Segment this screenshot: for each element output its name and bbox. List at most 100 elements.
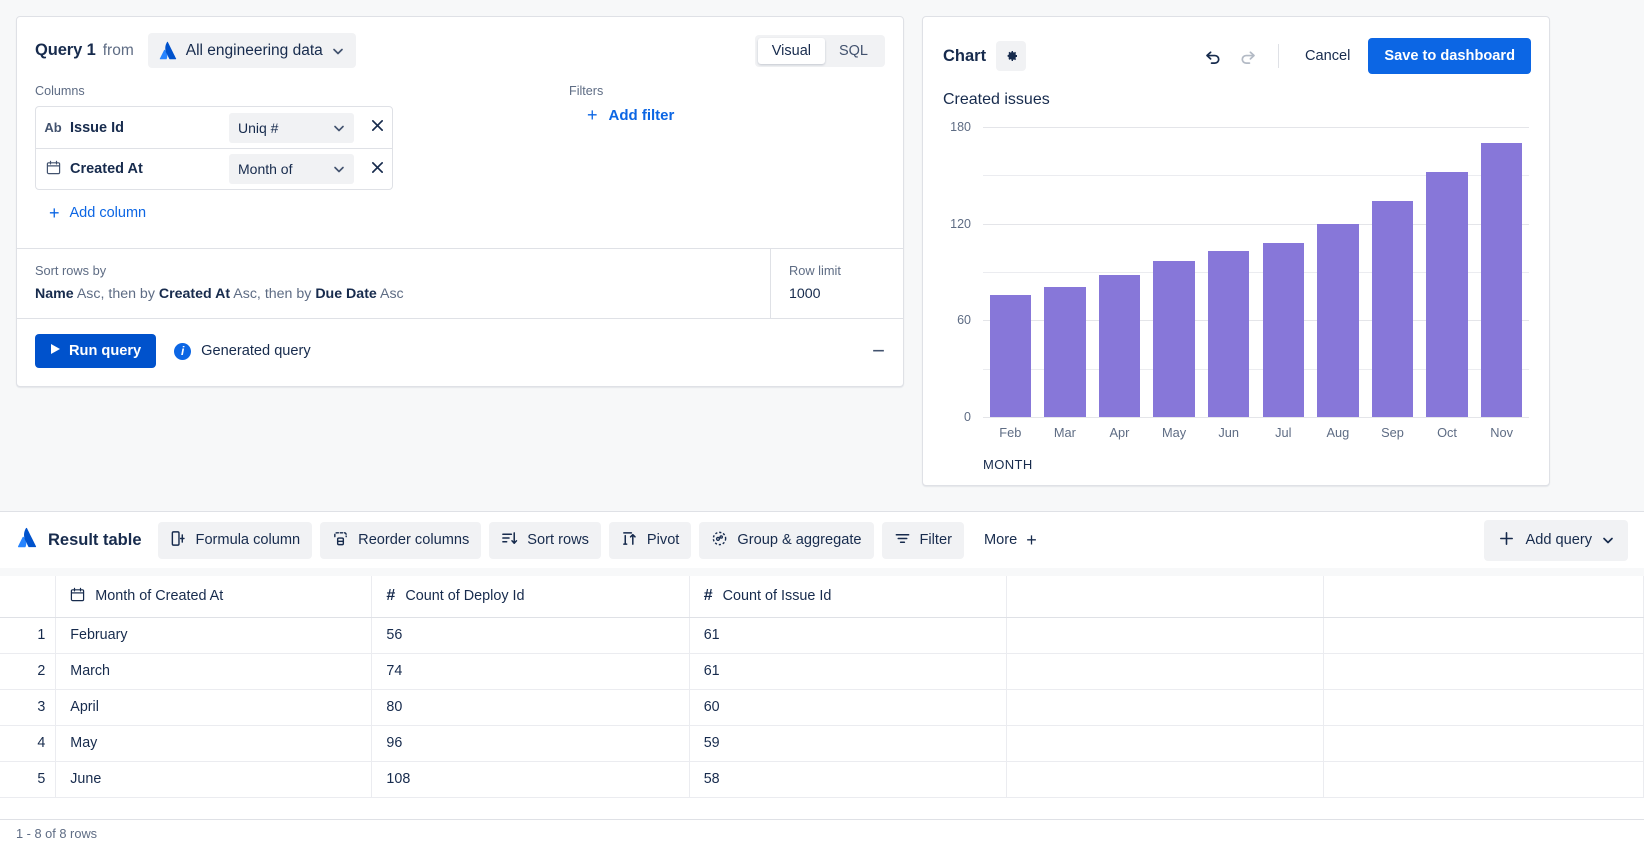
table-row[interactable]: 3April8060: [0, 689, 1644, 725]
remove-column-button[interactable]: [362, 119, 392, 136]
play-icon: [50, 343, 61, 359]
redo-icon[interactable]: [1234, 41, 1264, 71]
chart-bar[interactable]: [1426, 172, 1467, 417]
column-name: Issue Id: [70, 120, 229, 136]
bar-slot: [1365, 127, 1420, 417]
aggregation-select[interactable]: Month of: [229, 154, 354, 184]
column-header-issue[interactable]: # Count of Issue Id: [689, 576, 1006, 617]
sort-dir-1: Asc: [77, 286, 101, 302]
plus-icon: +: [587, 106, 598, 124]
cell-empty-2: [1324, 761, 1644, 797]
bar-slot: [983, 127, 1038, 417]
column-header-deploy[interactable]: # Count of Deploy Id: [372, 576, 689, 617]
chart-bar[interactable]: [990, 295, 1031, 417]
column-header-month[interactable]: Month of Created At: [56, 576, 372, 617]
query-from-label: from: [103, 42, 134, 60]
row-index: 2: [0, 653, 56, 689]
hash-icon: #: [704, 587, 713, 605]
bar-slot: [1256, 127, 1311, 417]
run-query-button[interactable]: Run query: [35, 334, 156, 368]
table-row[interactable]: 2March7461: [0, 653, 1644, 689]
table-row[interactable]: 4May9659: [0, 725, 1644, 761]
row-limit-value: 1000: [789, 286, 885, 302]
filters-label: Filters: [569, 84, 885, 98]
y-axis-labels: 060120180: [943, 127, 977, 417]
cell-empty-1: [1007, 761, 1324, 797]
bar-slot: [1474, 127, 1529, 417]
chart-bar[interactable]: [1263, 243, 1304, 417]
cell-empty-1: [1007, 725, 1324, 761]
group-aggregate-button[interactable]: Group & aggregate: [699, 522, 873, 559]
column-header-empty-2[interactable]: [1324, 576, 1644, 617]
tab-sql[interactable]: SQL: [825, 38, 882, 64]
data-source-selector[interactable]: All engineering data: [148, 33, 356, 68]
calendar-icon: [36, 160, 70, 178]
x-axis-tick: Mar: [1038, 425, 1093, 440]
row-index: 4: [0, 725, 56, 761]
chart-bar[interactable]: [1372, 201, 1413, 417]
save-to-dashboard-button[interactable]: Save to dashboard: [1368, 38, 1531, 74]
sort-field-1: Name: [35, 286, 74, 302]
add-query-button[interactable]: Add query: [1484, 520, 1628, 561]
column-header-empty-1[interactable]: [1007, 576, 1324, 617]
chart-bar[interactable]: [1317, 224, 1358, 417]
gear-icon[interactable]: [996, 41, 1026, 71]
cell-deploy-count: 96: [372, 725, 689, 761]
info-icon: i: [174, 343, 191, 360]
chart-bar[interactable]: [1044, 287, 1085, 418]
sort-rows-button[interactable]: Sort rows: [489, 522, 601, 559]
more-label: More: [984, 532, 1017, 548]
sort-rows-label: Sort rows: [527, 532, 589, 548]
row-index-header: [0, 576, 56, 617]
result-toolbar: Result table Formula column Reorder colu…: [0, 511, 1644, 568]
undo-icon[interactable]: [1198, 41, 1228, 71]
sort-dir-3: Asc: [380, 286, 404, 302]
x-axis-tick: Apr: [1092, 425, 1147, 440]
row-limit-section[interactable]: Row limit 1000: [771, 249, 903, 318]
tab-visual[interactable]: Visual: [758, 38, 825, 64]
filter-button[interactable]: Filter: [882, 522, 964, 559]
chart-bar[interactable]: [1153, 261, 1194, 417]
x-axis-title: MONTH: [983, 457, 1033, 472]
add-column-button[interactable]: + Add column: [35, 204, 555, 222]
pivot-icon: [621, 530, 638, 551]
chart-bar[interactable]: [1208, 251, 1249, 417]
query-panel: Query 1 from All engineering data Visual…: [16, 16, 904, 387]
formula-column-button[interactable]: Formula column: [158, 522, 313, 559]
cell-month: May: [56, 725, 372, 761]
cell-issue-count: 61: [689, 653, 1006, 689]
add-filter-button[interactable]: + Add filter: [569, 106, 885, 124]
chart-bar[interactable]: [1481, 143, 1522, 417]
divider: [1278, 44, 1279, 68]
generated-query-label: Generated query: [201, 343, 311, 359]
cancel-button[interactable]: Cancel: [1293, 40, 1362, 72]
sort-rows-section[interactable]: Sort rows by Name Asc, then by Created A…: [17, 249, 771, 318]
row-index: 5: [0, 761, 56, 797]
reorder-columns-button[interactable]: Reorder columns: [320, 522, 481, 559]
table-row[interactable]: 1February5661: [0, 617, 1644, 653]
chart-bar[interactable]: [1099, 275, 1140, 417]
row-limit-label: Row limit: [789, 263, 885, 278]
sort-rows-icon: [501, 530, 518, 551]
sort-field-3: Due Date: [315, 286, 377, 302]
column-row: Ab Issue Id Uniq #: [36, 107, 392, 148]
result-table-title: Result table: [16, 527, 142, 553]
sort-rows-label: Sort rows by: [35, 263, 752, 278]
group-aggregate-icon: [711, 530, 728, 551]
minus-icon[interactable]: −: [872, 340, 885, 362]
aggregation-select[interactable]: Uniq #: [229, 113, 354, 143]
pivot-button[interactable]: Pivot: [609, 522, 691, 559]
cell-month: June: [56, 761, 372, 797]
remove-column-button[interactable]: [362, 161, 392, 178]
more-button[interactable]: More +: [972, 523, 1049, 557]
bar-slot: [1311, 127, 1366, 417]
sort-prefix-3: then by: [265, 286, 312, 302]
generated-query-button[interactable]: i Generated query: [174, 343, 311, 360]
table-row[interactable]: 5June10858: [0, 761, 1644, 797]
gridline: [983, 417, 1529, 418]
x-axis-tick: May: [1147, 425, 1202, 440]
chart-panel-title: Chart: [943, 47, 986, 66]
x-axis-labels: FebMarAprMayJunJulAugSepOctNov: [983, 425, 1529, 440]
query-footer: Run query i Generated query −: [17, 319, 903, 386]
result-table: Month of Created At # Count of Deploy Id…: [0, 576, 1644, 819]
